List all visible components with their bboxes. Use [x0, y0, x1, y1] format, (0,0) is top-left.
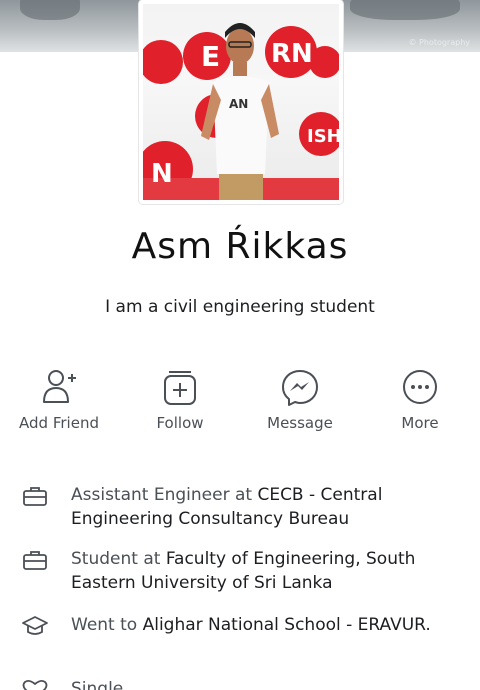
graduation-cap-icon [22, 616, 48, 635]
messenger-icon [282, 370, 318, 406]
svg-text:E: E [201, 40, 220, 73]
briefcase-icon [23, 487, 47, 506]
info-text: Assistant Engineer at CECB - Central Eng… [71, 485, 383, 529]
add-friend-button[interactable]: Add Friend [9, 368, 109, 432]
message-label: Message [267, 414, 333, 432]
add-friend-label: Add Friend [19, 414, 99, 432]
follow-button[interactable]: Follow [130, 368, 230, 432]
more-icon [403, 370, 437, 404]
svg-text:RN: RN [271, 39, 313, 69]
info-text: Went to Alighar National School - ERAVUR… [71, 615, 431, 635]
more-button[interactable]: More [370, 368, 470, 432]
add-friend-icon [43, 370, 76, 403]
profile-actions: Add Friend Follow Message More [0, 368, 480, 438]
profile-name: Asm Ŕikkas [131, 226, 349, 267]
heart-icon [22, 679, 48, 690]
profile-picture[interactable]: E RN N ISH AN [139, 0, 343, 204]
more-label: More [401, 414, 439, 432]
info-text: Student at Faculty of Engineering, South… [71, 549, 416, 593]
info-text: Single [71, 679, 124, 690]
follow-label: Follow [156, 414, 204, 432]
svg-text:N: N [151, 159, 173, 189]
message-button[interactable]: Message [250, 368, 350, 432]
profile-photo-illustration: E RN N ISH AN [143, 23, 339, 200]
follow-icon [164, 371, 196, 405]
svg-text:AN: AN [229, 97, 248, 111]
avatar: E RN N ISH AN [143, 4, 339, 200]
briefcase-icon [23, 551, 47, 570]
svg-text:ISH: ISH [307, 126, 339, 147]
cover-credit: © Photography [408, 38, 470, 47]
profile-bio: I am a civil engineering student [105, 297, 375, 317]
school-link: Alighar National School - ERAVUR. [142, 615, 431, 635]
